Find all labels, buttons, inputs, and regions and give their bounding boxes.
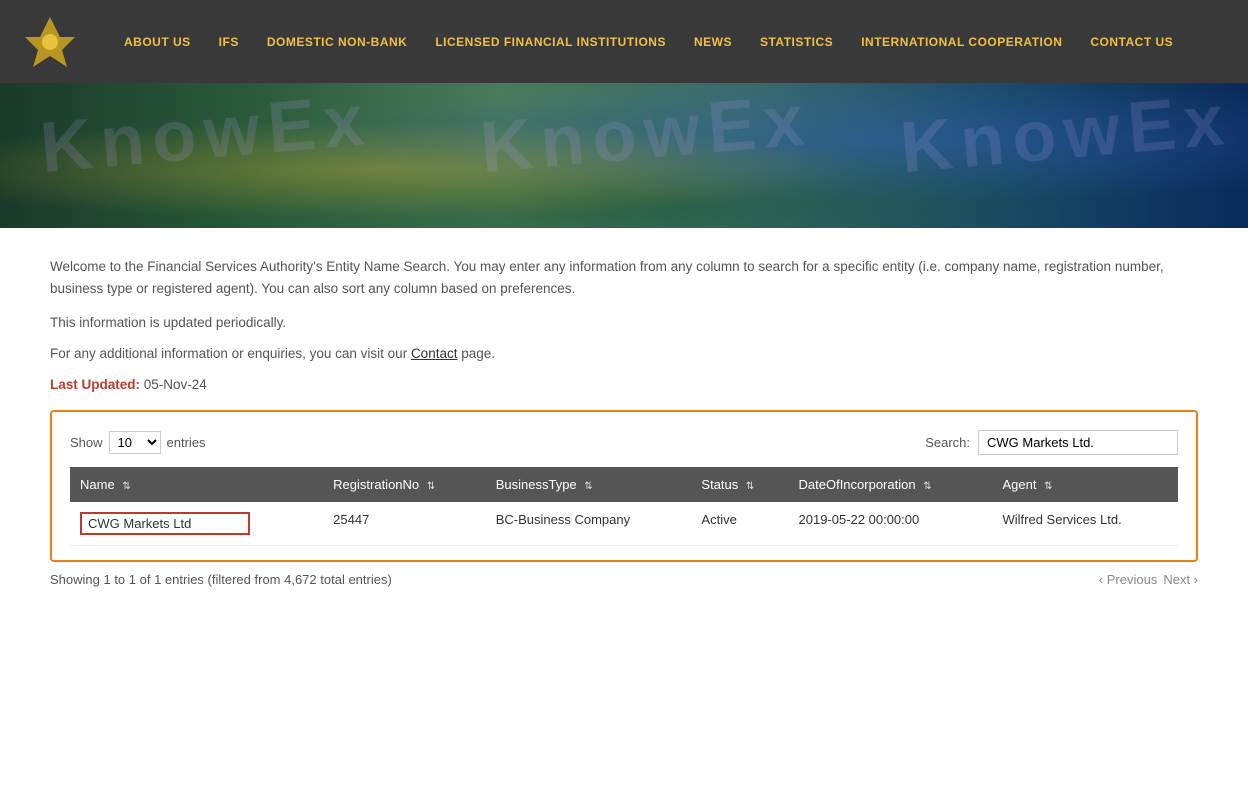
nav-links: ABOUT US IFS DOMESTIC NON-BANK LICENSED … xyxy=(110,35,1228,49)
last-updated-label: Last Updated: xyxy=(50,377,140,392)
cell-name: CWG Markets Ltd xyxy=(70,502,323,546)
sort-arrows-name[interactable]: ⇅ xyxy=(122,481,130,492)
sort-arrows-biztype[interactable]: ⇅ xyxy=(584,481,592,492)
name-value[interactable]: CWG Markets Ltd xyxy=(80,512,250,535)
next-button[interactable]: Next › xyxy=(1163,572,1198,587)
nav-ifs[interactable]: IFS xyxy=(205,35,253,49)
hero-background xyxy=(0,83,1248,228)
nav-domestic-non-bank[interactable]: DOMESTIC NON-BANK xyxy=(253,35,422,49)
search-input[interactable] xyxy=(978,430,1178,455)
contact-link[interactable]: Contact xyxy=(411,346,458,361)
table-controls: Show 10 25 50 100 entries Search: xyxy=(70,430,1178,455)
navigation: ABOUT US IFS DOMESTIC NON-BANK LICENSED … xyxy=(0,0,1248,83)
nav-international-cooperation[interactable]: INTERNATIONAL COOPERATION xyxy=(847,35,1076,49)
last-updated-date: 05-Nov-24 xyxy=(144,377,207,392)
cell-agent: Wilfred Services Ltd. xyxy=(992,502,1178,546)
table-container: Show 10 25 50 100 entries Search: Name xyxy=(50,410,1198,562)
table-body: CWG Markets Ltd 25447 BC-Business Compan… xyxy=(70,502,1178,546)
nav-licensed-financial-institutions[interactable]: LICENSED FINANCIAL INSTITUTIONS xyxy=(421,35,680,49)
cell-status: Active xyxy=(691,502,788,546)
sort-arrows-status[interactable]: ⇅ xyxy=(746,481,754,492)
cell-date-of-incorporation: 2019-05-22 00:00:00 xyxy=(789,502,993,546)
nav-contact-us[interactable]: CONTACT US xyxy=(1076,35,1187,49)
table-header: Name ⇅ RegistrationNo ⇅ BusinessType ⇅ S… xyxy=(70,467,1178,502)
cell-registration-no: 25447 xyxy=(323,502,486,546)
show-label: Show xyxy=(70,435,103,450)
col-business-type[interactable]: BusinessType ⇅ xyxy=(486,467,692,502)
contact-line-before: For any additional information or enquir… xyxy=(50,346,411,361)
col-registration-no[interactable]: RegistrationNo ⇅ xyxy=(323,467,486,502)
hero-banner: KnowEx KnowEx KnowEx xyxy=(0,83,1248,228)
pagination-links: ‹ Previous Next › xyxy=(1099,572,1198,587)
nav-about-us[interactable]: ABOUT US xyxy=(110,35,205,49)
entries-select[interactable]: 10 25 50 100 xyxy=(109,431,161,454)
sort-arrows-regno[interactable]: ⇅ xyxy=(427,481,435,492)
col-name[interactable]: Name ⇅ xyxy=(70,467,323,502)
table-row: CWG Markets Ltd 25447 BC-Business Compan… xyxy=(70,502,1178,546)
cell-business-type: BC-Business Company xyxy=(486,502,692,546)
col-date-of-incorporation[interactable]: DateOfIncorporation ⇅ xyxy=(789,467,993,502)
header-row: Name ⇅ RegistrationNo ⇅ BusinessType ⇅ S… xyxy=(70,467,1178,502)
nav-statistics[interactable]: STATISTICS xyxy=(746,35,847,49)
search-box: Search: xyxy=(925,430,1178,455)
intro-paragraph: Welcome to the Financial Services Author… xyxy=(50,256,1198,299)
entries-label: entries xyxy=(167,435,206,450)
col-status[interactable]: Status ⇅ xyxy=(691,467,788,502)
last-updated: Last Updated: 05-Nov-24 xyxy=(50,377,1198,392)
search-label: Search: xyxy=(925,435,970,450)
info-paragraph: This information is updated periodically… xyxy=(50,315,1198,330)
site-logo[interactable] xyxy=(20,12,90,72)
contact-paragraph: For any additional information or enquir… xyxy=(50,346,1198,361)
contact-line-after: page. xyxy=(457,346,495,361)
col-agent[interactable]: Agent ⇅ xyxy=(992,467,1178,502)
pagination-row: Showing 1 to 1 of 1 entries (filtered fr… xyxy=(50,572,1198,587)
show-entries-control: Show 10 25 50 100 entries xyxy=(70,431,206,454)
showing-text: Showing 1 to 1 of 1 entries (filtered fr… xyxy=(50,572,392,587)
previous-button[interactable]: ‹ Previous xyxy=(1099,572,1158,587)
sort-arrows-agent[interactable]: ⇅ xyxy=(1044,481,1052,492)
nav-news[interactable]: NEWS xyxy=(680,35,746,49)
sort-arrows-date[interactable]: ⇅ xyxy=(923,481,931,492)
results-table: Name ⇅ RegistrationNo ⇅ BusinessType ⇅ S… xyxy=(70,467,1178,546)
main-content: Welcome to the Financial Services Author… xyxy=(0,228,1248,607)
